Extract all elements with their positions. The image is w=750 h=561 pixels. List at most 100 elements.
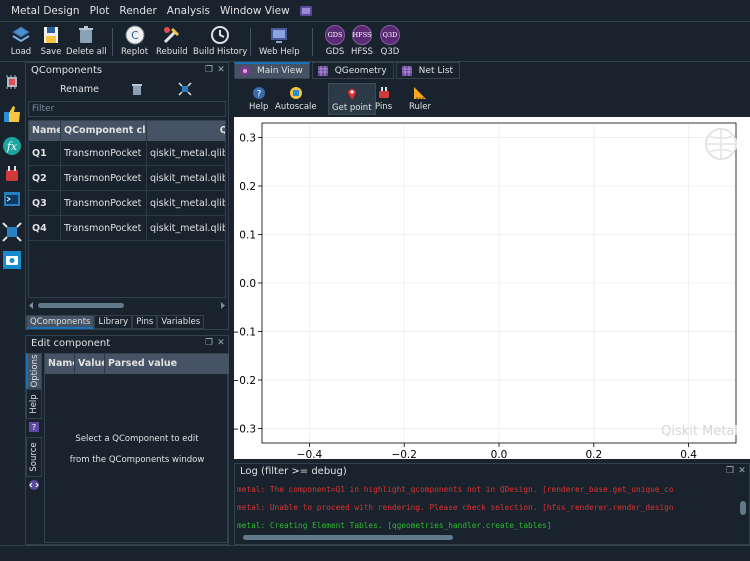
replot-button[interactable]: C Replot — [121, 24, 148, 60]
float-icon[interactable]: ❐ — [204, 65, 214, 75]
y-tick-label: 0.2 — [239, 181, 256, 193]
watermark-text: Qiskit Metal — [661, 424, 738, 439]
tab-options[interactable]: Options — [26, 353, 42, 389]
main-toolbar: Load Save Delete all C Replot Rebuild Bu… — [0, 22, 750, 62]
column-header-class[interactable]: QComponent class — [61, 121, 147, 141]
float-icon[interactable]: ❐ — [725, 466, 735, 476]
source-icon[interactable] — [28, 479, 40, 491]
column-header-parsed-value[interactable]: Parsed value — [105, 354, 229, 374]
metal-logo-icon[interactable] — [299, 4, 313, 18]
gds-button[interactable]: GDS GDS — [324, 24, 346, 60]
close-icon[interactable]: ✕ — [737, 466, 747, 476]
column-header-module[interactable]: QComp — [147, 121, 225, 141]
replot-icon: C — [124, 24, 146, 46]
table-row[interactable]: Q3 TransmonPocket qiskit_metal.qlibra — [29, 191, 225, 216]
plot-ticks: −0.4 −0.2 0.0 0.2 0.4 0.3 0.2 0.1 0.0 −0.1 −0.2 −0.… — [234, 133, 697, 459]
plot-grid — [262, 123, 736, 443]
svg-text:C: C — [131, 29, 139, 42]
filter-input[interactable] — [28, 101, 226, 117]
tab-help[interactable]: Help — [26, 389, 42, 419]
function-icon[interactable]: fx — [2, 136, 22, 156]
trash-icon[interactable] — [130, 82, 144, 96]
x-tick-label: 0.4 — [680, 449, 697, 459]
tab-net-list[interactable]: Net List — [395, 62, 461, 79]
status-bar — [0, 545, 750, 561]
tab-variables[interactable]: Variables — [157, 315, 205, 329]
menu-metal-design[interactable]: Metal Design — [6, 0, 85, 22]
pins-button[interactable]: Pins — [372, 83, 395, 115]
y-tick-label: −0.3 — [234, 423, 256, 435]
map-pin-icon — [344, 86, 360, 102]
vertical-splitter[interactable] — [230, 62, 233, 545]
column-header-name[interactable]: Name — [45, 354, 75, 374]
table-icon — [317, 65, 328, 76]
tab-library[interactable]: Library — [94, 315, 133, 329]
tab-main-view[interactable]: Main View — [234, 62, 310, 79]
column-header-value[interactable]: Value — [75, 354, 105, 374]
chip-icon[interactable] — [2, 72, 22, 92]
zoom-select-icon[interactable] — [178, 82, 192, 96]
table-header: Name Value Parsed value — [45, 354, 229, 374]
qcomponents-bottom-tabs: QComponents Library Pins Variables — [26, 315, 205, 329]
column-header-name[interactable]: Name — [29, 121, 61, 141]
float-icon[interactable]: ❐ — [204, 338, 214, 348]
q3d-icon: Q3D — [380, 25, 400, 45]
log-horizontal-scrollbar[interactable] — [241, 534, 735, 541]
x-tick-label: −0.4 — [297, 449, 323, 459]
table-header: Name QComponent class QComp — [29, 121, 225, 141]
tab-pins[interactable]: Pins — [132, 315, 158, 329]
scroll-right-icon[interactable] — [220, 302, 226, 309]
help-icon[interactable]: ? — [28, 421, 40, 433]
thumbs-up-icon[interactable] — [2, 104, 22, 124]
x-tick-label: 0.2 — [585, 449, 602, 459]
get-point-button[interactable]: Get point — [328, 83, 376, 115]
terminal-icon[interactable] — [2, 189, 22, 209]
ruler-icon — [412, 85, 428, 101]
build-history-button[interactable]: Build History — [193, 24, 247, 60]
table-row[interactable]: Q2 TransmonPocket qiskit_metal.qlibra — [29, 166, 225, 191]
menu-plot[interactable]: Plot — [85, 0, 115, 22]
delete-all-button[interactable]: Delete all — [66, 24, 107, 60]
table-row[interactable]: Q1 TransmonPocket qiskit_metal.qlibra — [29, 141, 225, 166]
svg-text:fx: fx — [6, 140, 18, 153]
plot-help-button[interactable]: ? Help — [246, 83, 271, 115]
log-output[interactable]: metal: The component=Q1 in highlight_qco… — [237, 481, 741, 535]
tab-source[interactable]: Source — [26, 437, 42, 477]
edit-component-panel: Edit component ❐ ✕ Options Help ? Source… — [25, 335, 229, 545]
tab-qgeometry[interactable]: QGeometry — [311, 62, 394, 79]
log-vertical-scrollbar[interactable] — [739, 481, 747, 537]
table-row[interactable]: Q4 TransmonPocket qiskit_metal.qlibra — [29, 216, 225, 241]
autoscale-button[interactable]: Autoscale — [272, 83, 320, 115]
menu-render[interactable]: Render — [114, 0, 161, 22]
web-help-button[interactable]: Web Help — [259, 24, 300, 60]
toolbar-separator — [112, 28, 113, 56]
plug-icon[interactable] — [2, 164, 22, 184]
load-button[interactable]: Load — [10, 24, 32, 60]
close-icon[interactable]: ✕ — [216, 338, 226, 348]
select-icon[interactable] — [2, 222, 22, 242]
q3d-button[interactable]: Q3D Q3D — [379, 24, 401, 60]
log-line: metal: Unable to proceed with rendering.… — [237, 503, 674, 512]
rename-button[interactable]: Rename — [60, 84, 99, 95]
scrollbar-thumb[interactable] — [740, 501, 746, 515]
menu-window-view[interactable]: Window View — [215, 0, 295, 22]
menu-analysis[interactable]: Analysis — [162, 0, 215, 22]
main-plot[interactable]: −0.4 −0.2 0.0 0.2 0.4 0.3 0.2 0.1 0.0 −0.1 −0.2 −0.… — [234, 117, 750, 459]
hfss-button[interactable]: HFSS HFSS — [351, 24, 373, 60]
screenshot-icon[interactable] — [2, 250, 22, 270]
scrollbar-thumb[interactable] — [38, 303, 124, 308]
view-toolbar: ? Help Autoscale Get point Pins Ruler — [234, 82, 750, 116]
ruler-button[interactable]: Ruler — [406, 83, 434, 115]
load-icon — [10, 24, 32, 46]
tab-qcomponents[interactable]: QComponents — [26, 315, 95, 329]
toolbar-separator — [312, 28, 313, 56]
qcomponents-horizontal-scrollbar[interactable] — [28, 301, 226, 310]
close-icon[interactable]: ✕ — [216, 65, 226, 75]
rebuild-button[interactable]: Rebuild — [156, 24, 188, 60]
menu-bar: Metal Design Plot Render Analysis Window… — [0, 0, 750, 22]
y-tick-label: −0.2 — [234, 375, 256, 387]
save-button[interactable]: Save — [40, 24, 62, 60]
plot-canvas[interactable]: −0.4 −0.2 0.0 0.2 0.4 0.3 0.2 0.1 0.0 −0.1 −0.2 −0.… — [234, 117, 750, 459]
y-tick-label: 0.0 — [239, 278, 256, 290]
scrollbar-thumb[interactable] — [243, 535, 453, 540]
